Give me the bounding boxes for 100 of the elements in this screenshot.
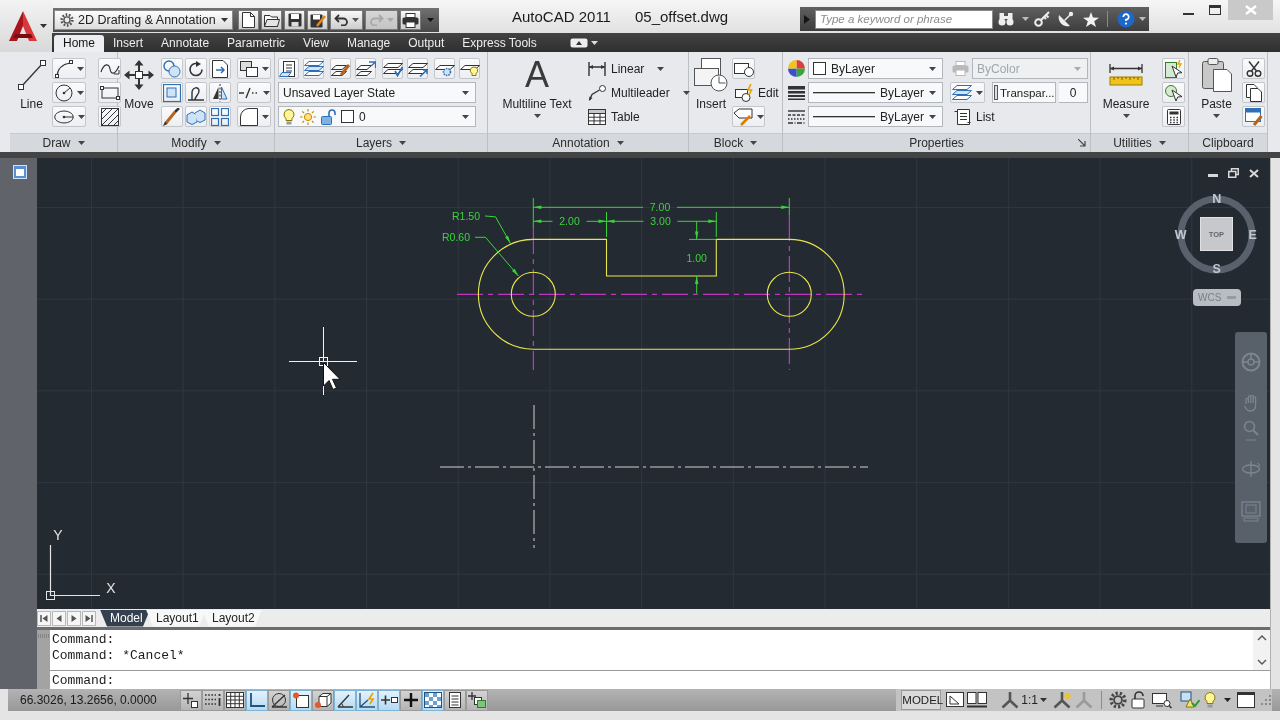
layer-transparency-button[interactable] [950, 82, 985, 103]
compass-letter[interactable]: S [1208, 261, 1225, 278]
dialog-launcher-icon[interactable] [1078, 139, 1086, 147]
ribbon-tab[interactable]: View [294, 35, 338, 52]
compass-letter[interactable]: N [1208, 191, 1225, 208]
erase-button[interactable] [161, 106, 183, 127]
mirror-button[interactable] [209, 82, 231, 103]
table-button[interactable]: Table [588, 106, 690, 127]
caret-icon[interactable] [590, 40, 598, 45]
linear-button[interactable]: Linear [588, 58, 690, 79]
ribbon-tab[interactable]: Annotate [152, 35, 219, 52]
save-button[interactable] [284, 10, 305, 30]
move-button[interactable]: Move [124, 57, 154, 111]
help-icon[interactable] [1117, 10, 1135, 28]
polar-tracking-toggle[interactable] [268, 689, 290, 711]
layer-dropdown[interactable]: 0 [278, 106, 476, 127]
snap-mode-toggle[interactable] [202, 689, 224, 711]
edit-attribute-button[interactable] [732, 106, 765, 127]
annotation-scale-button[interactable]: 1:1 [1001, 690, 1047, 710]
explode-button[interactable] [185, 106, 207, 127]
grid-display-toggle[interactable] [224, 689, 246, 711]
line-button[interactable]: Line [16, 57, 47, 111]
ribbon-tab[interactable]: Parametric [218, 35, 295, 52]
ribbon-tab[interactable]: Output [399, 35, 454, 52]
break-button[interactable] [237, 82, 271, 103]
match-layer-button[interactable] [330, 58, 351, 79]
select-similar-button[interactable] [1162, 82, 1185, 103]
model-space-button[interactable]: MODEL [901, 690, 942, 710]
caret-icon[interactable] [1022, 17, 1029, 21]
caret-icon[interactable] [1224, 698, 1231, 702]
panel-title[interactable]: Draw [10, 133, 117, 152]
binoculars-icon[interactable] [998, 12, 1014, 26]
maximize-icon[interactable] [1209, 5, 1221, 15]
measure-button[interactable]: Measure [1100, 57, 1152, 118]
transparency-value-field[interactable]: 0 [1059, 82, 1088, 103]
ribbon-tab[interactable]: Express Tools [453, 35, 546, 52]
layout-tab[interactable]: Model [100, 609, 150, 627]
compass-letter[interactable]: W [1172, 226, 1189, 243]
layout-tab[interactable]: Layout2 [202, 609, 262, 627]
spline-button[interactable] [98, 58, 121, 79]
undo-button[interactable] [330, 10, 363, 30]
hatch-button[interactable] [98, 106, 121, 127]
fillet-button[interactable] [237, 106, 271, 127]
two-panes-icon[interactable] [967, 692, 988, 708]
freeze-layer-button[interactable] [434, 58, 455, 79]
layer-off-button[interactable] [459, 58, 480, 79]
cut-button[interactable] [1242, 58, 1265, 79]
ribbon-toggle-icon[interactable] [569, 37, 588, 48]
layer-properties-button[interactable] [278, 58, 299, 79]
make-current-button[interactable] [303, 58, 324, 79]
key-icon[interactable] [1034, 11, 1050, 27]
caret-icon[interactable] [1139, 17, 1146, 21]
calculator-button[interactable] [1162, 106, 1185, 127]
workspace-dropdown[interactable]: 2D Drafting & Annotation [54, 10, 233, 30]
paste-button[interactable]: Paste [1200, 57, 1233, 118]
quick-select-button[interactable] [1162, 58, 1185, 79]
object-snap-toggle[interactable] [290, 689, 312, 711]
list-button[interactable]: List [954, 106, 995, 127]
panel-title[interactable]: Layers [275, 133, 487, 152]
panel-title[interactable]: Annotation [488, 133, 688, 152]
command-input-field[interactable]: Command: [50, 671, 1270, 689]
unisolate-layer-button[interactable] [407, 58, 428, 79]
chevron-up-icon[interactable] [1256, 635, 1267, 641]
bulb-icon[interactable] [1204, 692, 1216, 708]
rectangle-button[interactable] [98, 82, 121, 103]
color-dropdown[interactable]: ByLayer [808, 58, 943, 79]
new-button[interactable] [238, 10, 259, 30]
plot-button[interactable] [400, 10, 421, 30]
ribbon-tab[interactable]: Insert [104, 35, 153, 52]
ortho-mode-toggle[interactable] [246, 689, 268, 711]
slider-thumb-icon[interactable] [994, 85, 998, 100]
padlock-icon[interactable] [1131, 691, 1146, 709]
compass-letter[interactable]: E [1244, 226, 1261, 243]
lineweight-dropdown[interactable]: ByLayer [808, 82, 943, 103]
circle-button[interactable] [52, 82, 86, 103]
panel-title[interactable]: Clipboard [1189, 133, 1267, 152]
stretch-button[interactable] [185, 82, 207, 103]
restore-icon[interactable] [1228, 168, 1239, 178]
window-frame-icon[interactable] [1237, 692, 1255, 708]
infer-constraints-toggle[interactable] [180, 689, 202, 711]
chevron-down-icon[interactable] [1256, 659, 1267, 665]
panel-title[interactable]: Modify [118, 133, 274, 152]
create-block-button[interactable] [732, 58, 755, 79]
draw-order-button[interactable] [237, 58, 271, 79]
palette-icon[interactable] [13, 165, 27, 179]
insert-button[interactable]: Insert [694, 57, 728, 111]
layout-tab[interactable]: Layout1 [146, 609, 206, 627]
panel-title[interactable]: Utilities [1091, 133, 1188, 152]
transparency-slider[interactable]: Transpar... [992, 82, 1056, 103]
trim-button[interactable] [209, 58, 231, 79]
isolate-layer-button[interactable] [382, 58, 403, 79]
lineweight-toggle[interactable] [400, 689, 422, 711]
panel-title[interactable]: Properties [783, 133, 1090, 152]
copy-clip-button[interactable] [1242, 82, 1265, 103]
snap-tracking-toggle[interactable] [334, 689, 356, 711]
search-field[interactable]: Type a keyword or phrase [815, 9, 993, 29]
triangle-right-icon[interactable] [804, 14, 810, 24]
tripod-dot-icon[interactable] [1053, 691, 1071, 709]
ribbon-tab[interactable]: Home [54, 35, 104, 52]
close-icon[interactable] [1249, 168, 1259, 178]
